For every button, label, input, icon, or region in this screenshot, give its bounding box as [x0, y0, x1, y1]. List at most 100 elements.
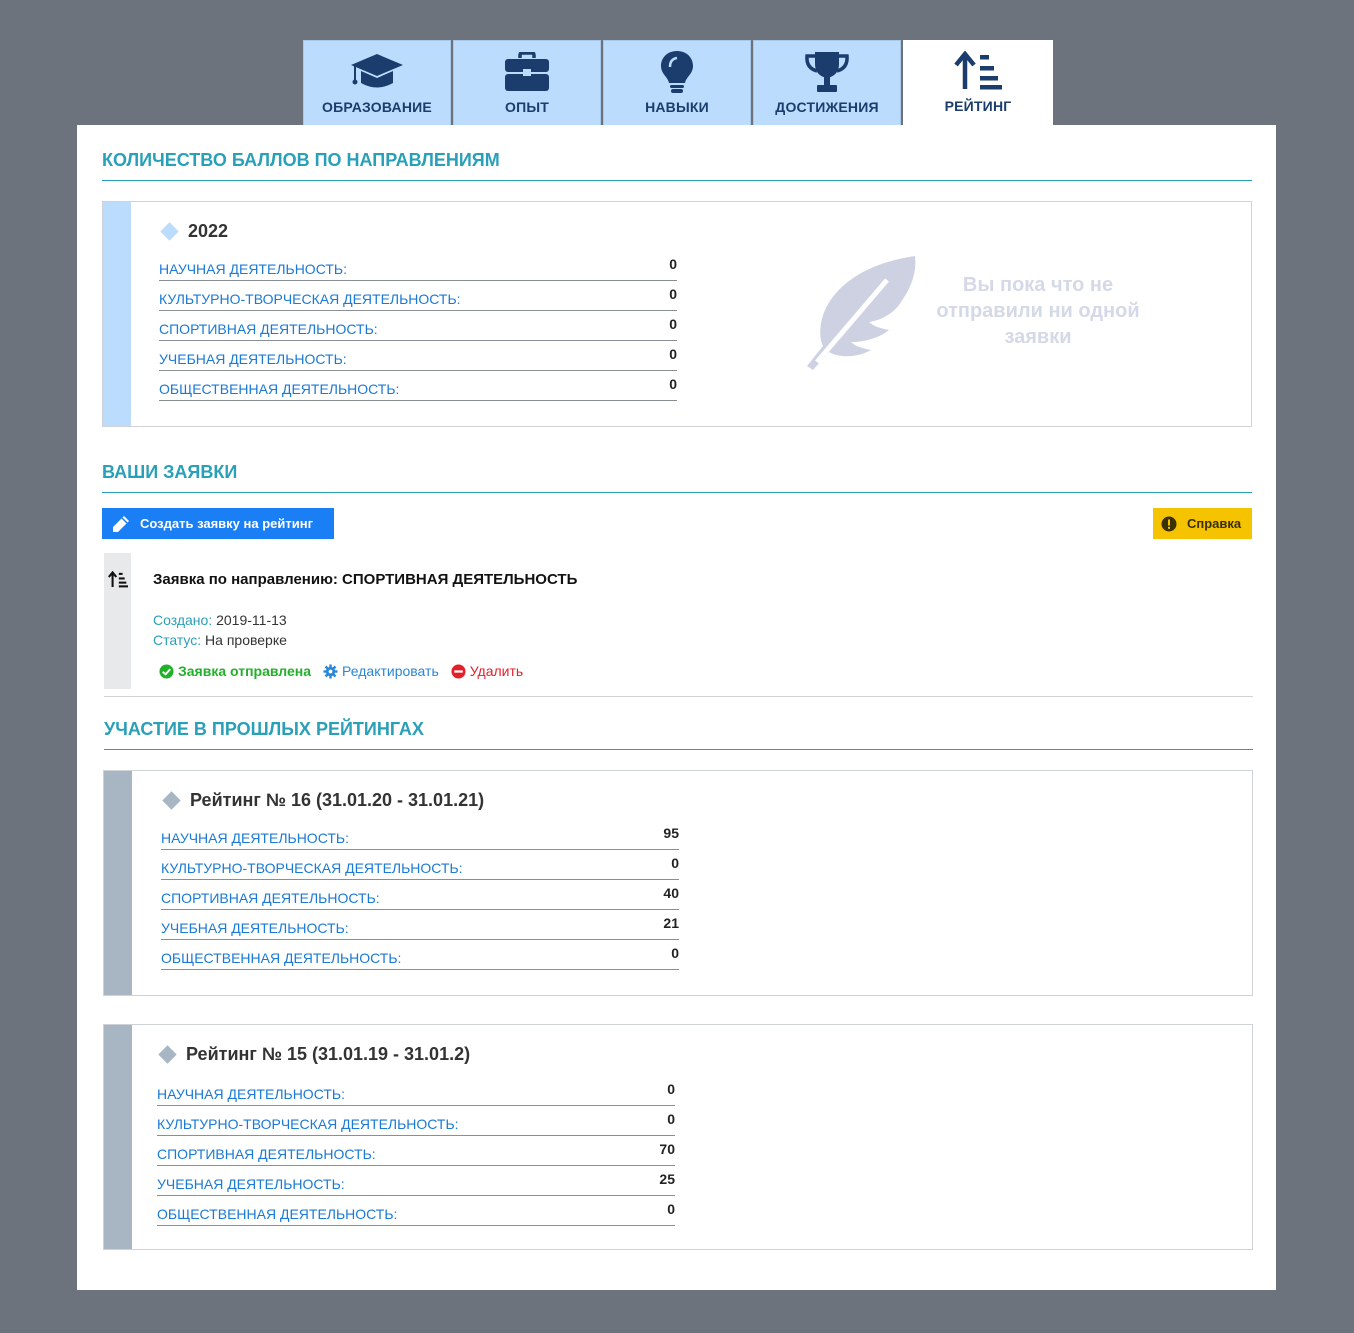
direction-label: УЧЕБНАЯ ДЕЯТЕЛЬНОСТЬ: [157, 1176, 345, 1192]
trophy-icon [803, 50, 851, 94]
direction-score: 0 [667, 1111, 675, 1127]
year-label: 2022 [188, 221, 229, 241]
sort-amount-up-icon [954, 49, 1002, 93]
list-item: СПОРТИВНАЯ ДЕЯТЕЛЬНОСТЬ: 70 [157, 1137, 675, 1166]
rating-card: Рейтинг № 15 (31.01.19 - 31.01.2) НАУЧНА… [103, 1024, 1253, 1250]
list-item: КУЛЬТУРНО-ТВОРЧЕСКАЯ ДЕЯТЕЛЬНОСТЬ: 0 [159, 282, 677, 311]
direction-score: 0 [671, 945, 679, 961]
diamond-icon [160, 222, 179, 241]
direction-label: ОБЩЕСТВЕННАЯ ДЕЯТЕЛЬНОСТЬ: [157, 1206, 398, 1222]
pencil-icon [113, 515, 129, 532]
list-item: НАУЧНАЯ ДЕЯТЕЛЬНОСТЬ: 0 [157, 1077, 675, 1106]
create-application-button[interactable]: Создать заявку на рейтинг [102, 508, 334, 539]
direction-label: УЧЕБНАЯ ДЕЯТЕЛЬНОСТЬ: [161, 920, 349, 936]
direction-label: СПОРТИВНАЯ ДЕЯТЕЛЬНОСТЬ: [159, 321, 378, 337]
scores-card: 2022 НАУЧНАЯ ДЕЯТЕЛЬНОСТЬ: 0 КУЛЬТУРНО-ТВ… [102, 201, 1252, 427]
direction-label: СПОРТИВНАЯ ДЕЯТЕЛЬНОСТЬ: [161, 890, 380, 906]
tab-education[interactable]: ОБРАЗОВАНИЕ [303, 40, 451, 125]
past-ratings-section-title: УЧАСТИЕ В ПРОШЛЫХ РЕЙТИНГАХ [104, 719, 1253, 750]
rating-title: Рейтинг № 16 (31.01.20 - 31.01.21) [190, 790, 485, 810]
list-item: ОБЩЕСТВЕННАЯ ДЕЯТЕЛЬНОСТЬ: 0 [157, 1197, 675, 1226]
direction-score: 40 [663, 885, 679, 901]
tab-bar: ОБРАЗОВАНИЕ ОПЫТ НАВЫКИ ДОСТИЖЕНИЯ РЕЙТИ… [303, 40, 1053, 125]
direction-label: КУЛЬТУРНО-ТВОРЧЕСКАЯ ДЕЯТЕЛЬНОСТЬ: [157, 1116, 459, 1132]
tab-achievements[interactable]: ДОСТИЖЕНИЯ [753, 40, 901, 125]
application-created: Создано: 2019-11-13 [153, 612, 287, 628]
status-key: Статус: [153, 632, 202, 648]
direction-label: ОБЩЕСТВЕННАЯ ДЕЯТЕЛЬНОСТЬ: [161, 950, 402, 966]
edit-label: Редактировать [342, 663, 439, 679]
direction-score: 95 [663, 825, 679, 841]
list-item: НАУЧНАЯ ДЕЯТЕЛЬНОСТЬ: 95 [161, 821, 679, 850]
minus-circle-icon [451, 663, 466, 679]
rating-scores-list: НАУЧНАЯ ДЕЯТЕЛЬНОСТЬ: 95 КУЛЬТУРНО-ТВОРЧЕ… [161, 821, 679, 971]
list-item: УЧЕБНАЯ ДЕЯТЕЛЬНОСТЬ: 21 [161, 911, 679, 940]
direction-label: НАУЧНАЯ ДЕЯТЕЛЬНОСТЬ: [161, 830, 349, 846]
tab-label: ОПЫТ [504, 99, 549, 115]
created-value: 2019-11-13 [216, 612, 287, 628]
rating-scores-list: НАУЧНАЯ ДЕЯТЕЛЬНОСТЬ: 0 КУЛЬТУРНО-ТВОРЧЕС… [157, 1077, 675, 1227]
diamond-icon [158, 1045, 177, 1064]
direction-score: 21 [663, 915, 679, 931]
graduation-cap-icon [349, 50, 405, 94]
direction-score: 0 [669, 316, 677, 332]
list-item: СПОРТИВНАЯ ДЕЯТЕЛЬНОСТЬ: 0 [159, 312, 677, 341]
delete-label: Удалить [469, 663, 524, 679]
lightbulb-icon [660, 50, 694, 94]
application-actions: Заявка отправлена Редактировать Удалить [159, 663, 535, 679]
list-item: ОБЩЕСТВЕННАЯ ДЕЯТЕЛЬНОСТЬ: 0 [159, 372, 677, 401]
tab-label: НАВЫКИ [645, 99, 709, 115]
help-label: Справка [1187, 516, 1242, 531]
created-key: Создано: [153, 612, 213, 628]
year-heading: 2022 [160, 221, 229, 242]
sent-status-label: Заявка отправлена [178, 663, 312, 679]
application-title: Заявка по направлению: СПОРТИВНАЯ ДЕЯТЕЛ… [153, 571, 578, 588]
direction-label: ОБЩЕСТВЕННАЯ ДЕЯТЕЛЬНОСТЬ: [159, 381, 400, 397]
direction-score: 0 [669, 346, 677, 362]
edit-link[interactable]: Редактировать [323, 663, 439, 679]
applications-section-title: ВАШИ ЗАЯВКИ [102, 462, 1252, 493]
direction-score: 0 [669, 286, 677, 302]
direction-score: 0 [667, 1201, 675, 1217]
application-stripe [104, 553, 131, 689]
rating-heading: Рейтинг № 15 (31.01.19 - 31.01.2) [158, 1044, 470, 1065]
direction-score: 0 [669, 256, 677, 272]
tab-label: РЕЙТИНГ [944, 98, 1012, 114]
direction-score: 0 [669, 376, 677, 392]
tab-skills[interactable]: НАВЫКИ [603, 40, 751, 125]
scores-list: НАУЧНАЯ ДЕЯТЕЛЬНОСТЬ: 0 КУЛЬТУРНО-ТВОРЧЕС… [159, 252, 677, 402]
direction-score: 25 [659, 1171, 675, 1187]
tab-experience[interactable]: ОПЫТ [453, 40, 601, 125]
status-value: На проверке [205, 632, 287, 648]
gear-icon [323, 663, 338, 679]
tab-rating[interactable]: РЕЙТИНГ [903, 40, 1053, 125]
direction-score: 0 [667, 1081, 675, 1097]
direction-score: 0 [671, 855, 679, 871]
info-circle-icon [1161, 516, 1177, 531]
help-button[interactable]: Справка [1153, 508, 1252, 539]
direction-label: КУЛЬТУРНО-ТВОРЧЕСКАЯ ДЕЯТЕЛЬНОСТЬ: [159, 291, 461, 307]
create-application-label: Создать заявку на рейтинг [140, 516, 313, 531]
list-item: КУЛЬТУРНО-ТВОРЧЕСКАЯ ДЕЯТЕЛЬНОСТЬ: 0 [161, 851, 679, 880]
rating-card: Рейтинг № 16 (31.01.20 - 31.01.21) НАУЧН… [103, 770, 1253, 996]
application-status: Статус: На проверке [153, 632, 287, 648]
list-item: КУЛЬТУРНО-ТВОРЧЕСКАЯ ДЕЯТЕЛЬНОСТЬ: 0 [157, 1107, 675, 1136]
sent-status-badge: Заявка отправлена [159, 663, 311, 679]
card-stripe [103, 202, 131, 426]
tab-label: ДОСТИЖЕНИЯ [775, 99, 879, 115]
direction-label: НАУЧНАЯ ДЕЯТЕЛЬНОСТЬ: [159, 261, 347, 277]
check-circle-icon [159, 663, 174, 679]
empty-state-text: Вы пока что не отправили ни одной заявки [936, 274, 1140, 348]
list-item: УЧЕБНАЯ ДЕЯТЕЛЬНОСТЬ: 0 [159, 342, 677, 371]
diamond-icon [162, 791, 181, 810]
application-item: Заявка по направлению: СПОРТИВНАЯ ДЕЯТЕЛ… [104, 553, 1253, 697]
direction-label: КУЛЬТУРНО-ТВОРЧЕСКАЯ ДЕЯТЕЛЬНОСТЬ: [161, 860, 463, 876]
list-item: УЧЕБНАЯ ДЕЯТЕЛЬНОСТЬ: 25 [157, 1167, 675, 1196]
empty-state: Вы пока что не отправили ни одной заявки [803, 252, 1203, 382]
card-stripe [104, 1025, 132, 1249]
direction-score: 70 [659, 1141, 675, 1157]
delete-link[interactable]: Удалить [451, 663, 523, 679]
scores-section-title: КОЛИЧЕСТВО БАЛЛОВ ПО НАПРАВЛЕНИЯМ [102, 150, 1252, 181]
rating-heading: Рейтинг № 16 (31.01.20 - 31.01.21) [162, 790, 485, 811]
direction-label: СПОРТИВНАЯ ДЕЯТЕЛЬНОСТЬ: [157, 1146, 376, 1162]
